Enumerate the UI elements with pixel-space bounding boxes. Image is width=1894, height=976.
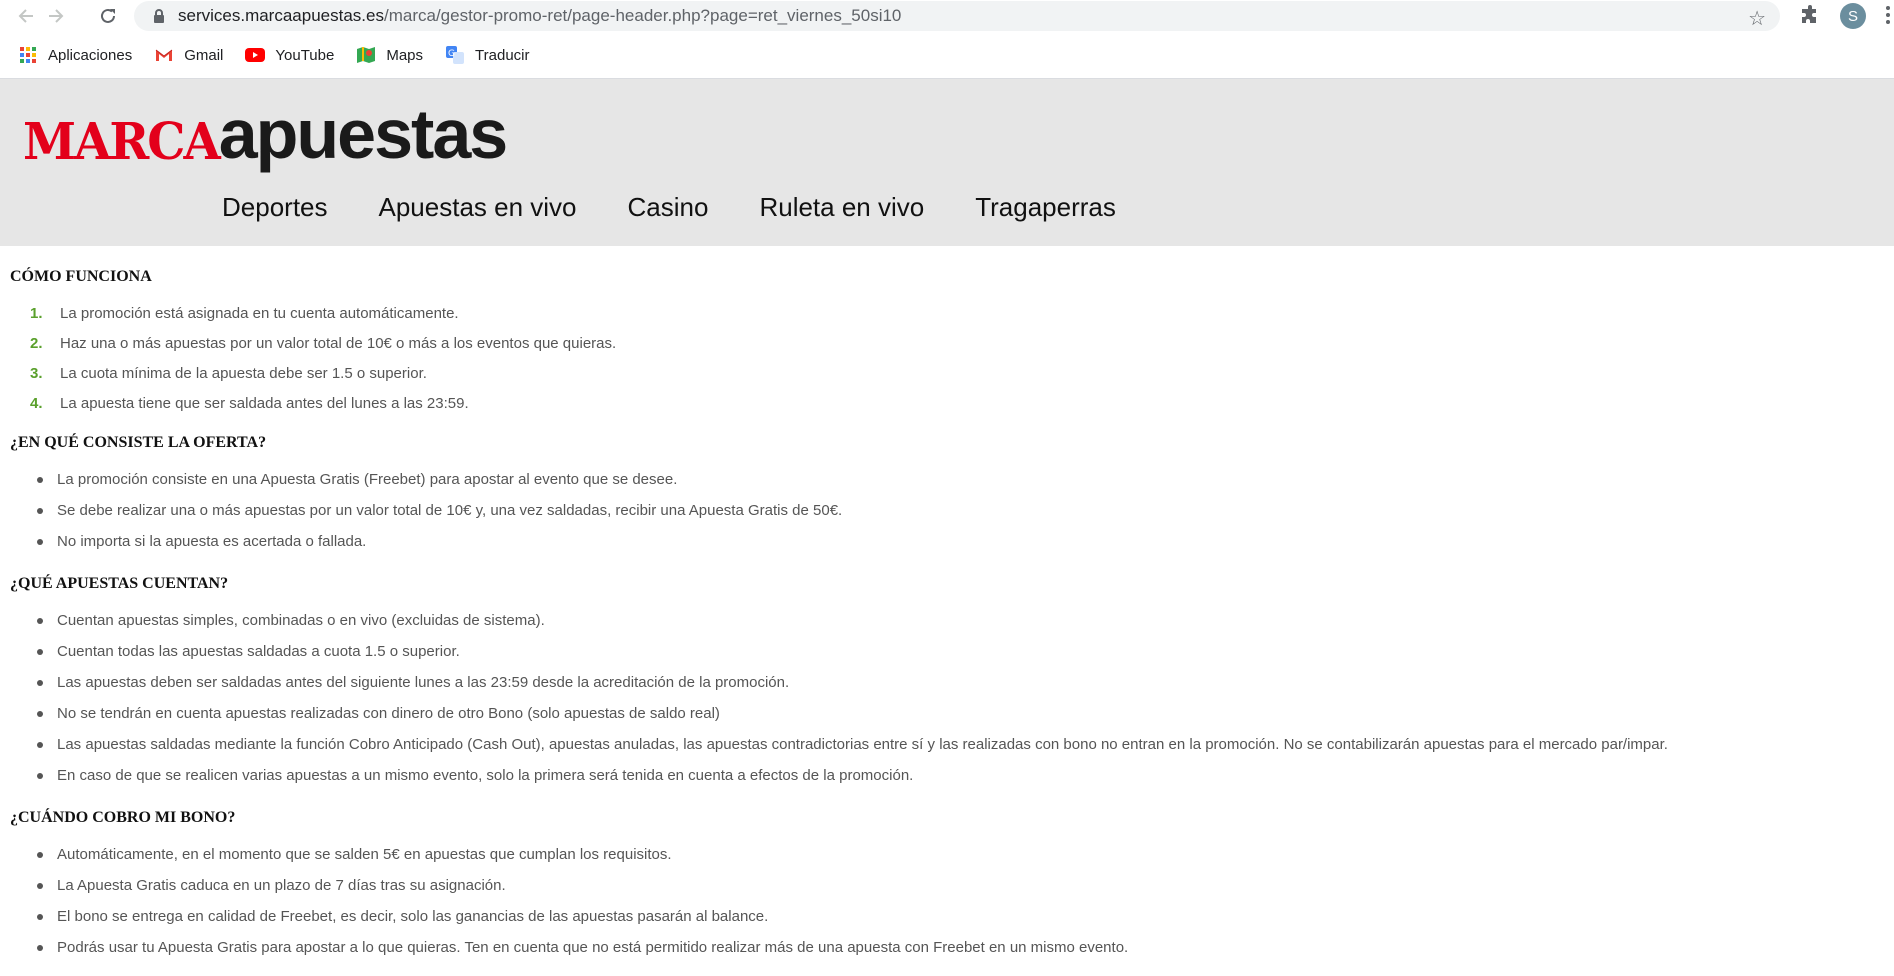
section-title-apuestas-cuentan: ¿QUÉ APUESTAS CUENTAN? [10, 575, 229, 592]
list-item: 3. La cuota mínima de la apuesta debe ser… [10, 358, 1894, 388]
extensions-icon[interactable] [1800, 5, 1822, 27]
menu-kebab-icon[interactable] [1886, 6, 1890, 27]
logo-apuestas-text: apuestas [218, 95, 508, 173]
back-arrow-icon[interactable] [12, 2, 40, 30]
step-text: La promoción está asignada en tu cuenta … [60, 304, 459, 322]
list-item: 1. La promoción está asignada en tu cuent… [10, 298, 1894, 328]
list-item: Podrás usar tu Apuesta Gratis para apost… [10, 932, 1894, 963]
list-item: Las apuestas deben ser saldadas antes de… [10, 667, 1894, 698]
main-nav: Deportes Apuestas en vivo Casino Ruleta … [222, 192, 1167, 223]
list-item: Se debe realizar una o más apuestas por … [10, 495, 1894, 526]
bookmark-aplicaciones[interactable]: Aplicaciones [18, 45, 132, 65]
list-item: La promoción consiste en una Apuesta Gra… [10, 464, 1894, 495]
url-host: services.marcaapuestas.es [178, 6, 384, 25]
url-text: services.marcaapuestas.es/marca/gestor-p… [178, 6, 901, 26]
bookmark-label: Aplicaciones [48, 46, 133, 64]
bookmark-label: Gmail [184, 46, 224, 64]
bookmark-label: Traducir [475, 46, 530, 64]
bookmarks-bar: Aplicaciones Gmail YouTube Maps G Traduc… [0, 32, 1894, 79]
list-item: Automáticamente, en el momento que se sa… [10, 839, 1894, 870]
browser-toolbar: services.marcaapuestas.es/marca/gestor-p… [0, 0, 1894, 32]
step-number: 3. [30, 364, 43, 382]
translate-icon: G [445, 45, 465, 65]
list-item: Cuentan apuestas simples, combinadas o e… [10, 605, 1894, 636]
nav-tragaperras[interactable]: Tragaperras [975, 192, 1116, 223]
list-item: 4. La apuesta tiene que ser saldada antes… [10, 388, 1894, 418]
steps-list: 1. La promoción está asignada en tu cuent… [10, 298, 1894, 418]
nav-deportes[interactable]: Deportes [222, 192, 328, 223]
svg-text:G: G [448, 49, 455, 59]
list-item: La Apuesta Gratis caduca en un plazo de … [10, 870, 1894, 901]
star-icon[interactable]: ☆ [1748, 6, 1766, 31]
section-title-cobro-bono: ¿CUÁNDO COBRO MI BONO? [10, 809, 236, 826]
site-header: MARCA apuestas Deportes Apuestas en vivo … [0, 79, 1894, 246]
marcaapuestas-logo[interactable]: MARCA apuestas [23, 95, 508, 173]
youtube-icon [245, 45, 266, 65]
list-item: No importa si la apuesta es acertada o f… [10, 526, 1894, 557]
section-title-como-funciona: CÓMO FUNCIONA [10, 268, 152, 285]
cobro-list: Automáticamente, en el momento que se sa… [10, 839, 1894, 963]
step-text: La apuesta tiene que ser saldada antes d… [60, 394, 469, 412]
bookmark-label: Maps [386, 46, 424, 64]
reload-icon[interactable] [94, 2, 122, 30]
bookmark-traducir[interactable]: G Traducir [445, 45, 530, 65]
list-item: En caso de que se realicen varias apuest… [10, 760, 1894, 791]
bookmark-gmail[interactable]: Gmail [154, 45, 223, 65]
list-item: Las apuestas saldadas mediante la funció… [10, 729, 1894, 760]
oferta-list: La promoción consiste en una Apuesta Gra… [10, 464, 1894, 557]
logo-marca-text: MARCA [23, 112, 221, 172]
nav-apuestas-en-vivo[interactable]: Apuestas en vivo [379, 192, 577, 223]
section-title-oferta: ¿EN QUÉ CONSISTE LA OFERTA? [10, 434, 267, 451]
lock-icon[interactable] [152, 8, 166, 24]
forward-arrow-icon[interactable] [42, 2, 70, 30]
cuentan-list: Cuentan apuestas simples, combinadas o e… [10, 605, 1894, 791]
profile-avatar[interactable]: S [1840, 3, 1866, 29]
step-text: Haz una o más apuestas por un valor tota… [60, 334, 617, 352]
apps-grid-icon [18, 45, 38, 65]
step-number: 1. [30, 304, 43, 322]
bookmark-maps[interactable]: Maps [356, 45, 423, 65]
list-item: No se tendrán en cuenta apuestas realiza… [10, 698, 1894, 729]
step-number: 4. [30, 394, 43, 412]
promo-content: CÓMO FUNCIONA 1. La promoción está asigna… [0, 246, 1894, 963]
url-path: /marca/gestor-promo-ret/page-header.php?… [383, 6, 902, 25]
bookmark-label: YouTube [275, 46, 335, 64]
step-text: La cuota mínima de la apuesta debe ser 1… [60, 364, 427, 382]
list-item: 2. Haz una o más apuestas por un valor to… [10, 328, 1894, 358]
address-bar[interactable]: services.marcaapuestas.es/marca/gestor-p… [134, 1, 1780, 31]
gmail-icon [154, 45, 174, 65]
nav-casino[interactable]: Casino [628, 192, 709, 223]
step-number: 2. [30, 334, 43, 352]
maps-icon [356, 45, 376, 65]
list-item: Cuentan todas las apuestas saldadas a cu… [10, 636, 1894, 667]
bookmark-youtube[interactable]: YouTube [245, 45, 334, 65]
nav-ruleta-en-vivo[interactable]: Ruleta en vivo [759, 192, 924, 223]
list-item: El bono se entrega en calidad de Freebet… [10, 901, 1894, 932]
